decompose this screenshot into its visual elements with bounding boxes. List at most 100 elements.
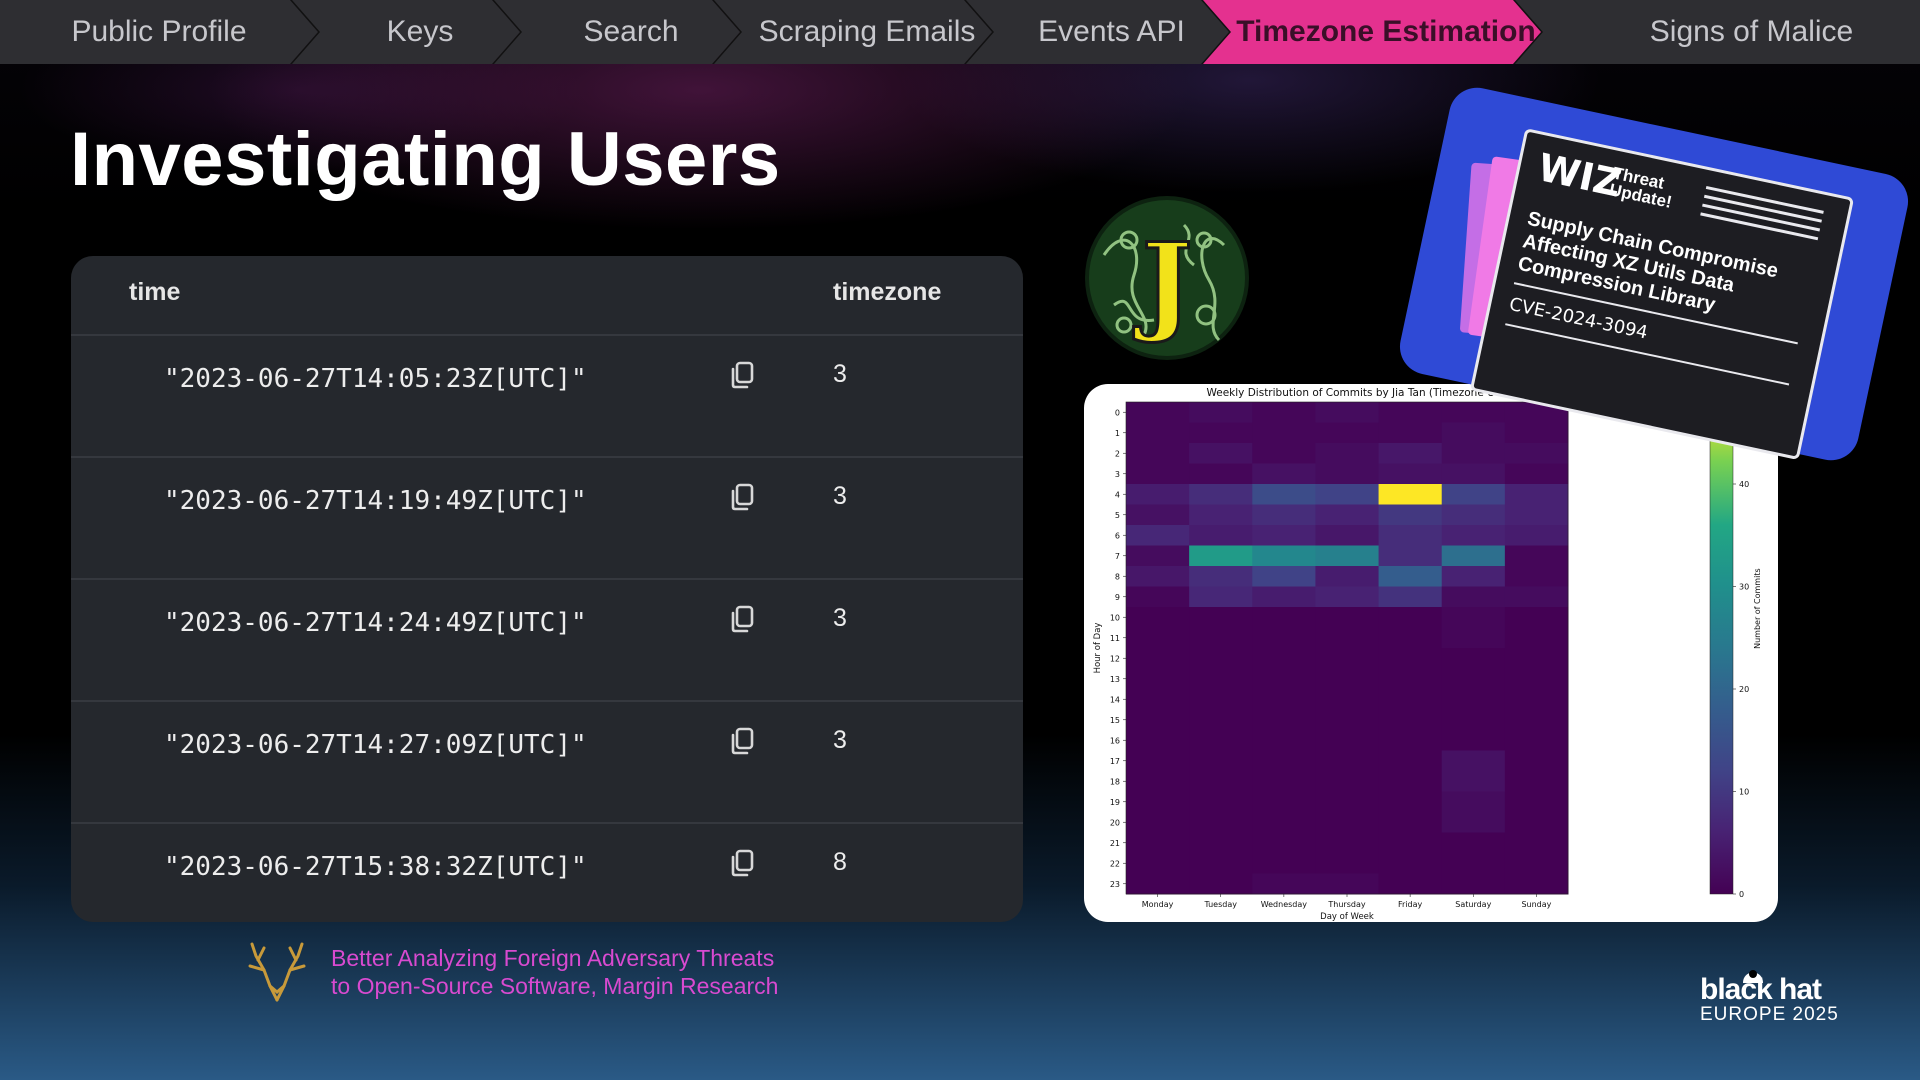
heatmap-cell [1252, 586, 1316, 608]
heatmap-cell [1252, 750, 1316, 772]
heatmap-cell [1252, 771, 1316, 792]
heatmap-cell [1189, 873, 1253, 895]
heatmap-cell [1315, 832, 1380, 854]
heatmap-cell [1378, 627, 1443, 649]
nav-tab-label: Signs of Malice [1649, 15, 1854, 48]
heatmap-cell [1441, 422, 1506, 444]
heatmap-cell [1315, 668, 1380, 690]
heatmap-cell [1126, 873, 1190, 895]
nav-tab-search[interactable]: Search [494, 0, 740, 64]
heatmap-cell [1315, 586, 1380, 608]
heatmap-cell [1315, 422, 1380, 444]
heatmap-cell [1126, 853, 1190, 874]
heatmap-cell [1126, 709, 1190, 731]
heatmap-cell [1189, 627, 1253, 649]
y-tick-label: 8 [1115, 572, 1120, 581]
nav-tab-label: Events API [1038, 15, 1185, 48]
heatmap-cell [1315, 812, 1380, 833]
heatmap-cell [1126, 627, 1190, 649]
y-tick-label: 11 [1110, 634, 1120, 643]
nav-tab-keys[interactable]: Keys [292, 0, 520, 64]
nav-tab-label: Search [583, 15, 679, 48]
y-tick-label: 0 [1115, 408, 1120, 417]
heatmap-cell [1504, 443, 1569, 464]
timezone-cell: 3 [833, 360, 847, 388]
heatmap-cell [1315, 525, 1380, 546]
heatmap-cell [1504, 730, 1569, 751]
y-tick-label: 2 [1115, 449, 1120, 458]
heatmap-cell [1504, 545, 1569, 567]
nav-tab-timezone-estimation[interactable]: Timezone Estimation [1203, 0, 1541, 64]
copy-icon[interactable] [728, 482, 758, 512]
heatmap-cell [1441, 750, 1506, 772]
heatmap-cell [1315, 648, 1380, 669]
y-tick-label: 23 [1110, 880, 1120, 889]
heatmap-cell [1315, 709, 1380, 731]
heatmap-cell [1189, 443, 1253, 464]
heatmap-cell [1252, 422, 1316, 444]
heatmap-cell [1504, 853, 1569, 874]
blackhat-logo: black hat EUROPE 2025 [1700, 970, 1854, 1025]
nav-tab-public-profile[interactable]: Public Profile [0, 0, 318, 64]
heatmap-cell [1126, 504, 1190, 526]
nav-tab-signs-of-malice[interactable]: Signs of Malice [1515, 0, 1920, 64]
heatmap-cell [1315, 853, 1380, 874]
heatmap-cell [1189, 771, 1253, 792]
heatmap-cell [1441, 668, 1506, 690]
heatmap-cell [1315, 402, 1380, 423]
nav-tab-scraping-emails[interactable]: Scraping Emails [714, 0, 992, 64]
timezone-cell: 3 [833, 604, 847, 632]
heatmap-cell [1504, 607, 1569, 628]
time-cell: "2023-06-27T14:27:09Z[UTC]" [164, 730, 587, 760]
heatmap-cell [1189, 689, 1253, 710]
heatmap-cell [1252, 648, 1316, 669]
colorbar [1709, 401, 1734, 895]
page-title: Investigating Users [70, 117, 781, 202]
copy-icon[interactable] [728, 726, 758, 756]
heatmap-cell [1504, 771, 1569, 792]
heatmap-cell [1252, 873, 1316, 895]
colorbar-tick-label: 40 [1739, 480, 1749, 489]
heatmap-cell [1315, 689, 1380, 710]
nav-tab-label: Keys [386, 15, 454, 48]
y-tick-label: 5 [1115, 511, 1120, 520]
heatmap-cell [1126, 832, 1190, 854]
heatmap-cell [1189, 545, 1253, 567]
heatmap-cell [1126, 443, 1190, 464]
y-tick-label: 18 [1110, 777, 1120, 786]
heatmap-cell [1252, 853, 1316, 874]
heatmap-cell [1315, 566, 1380, 587]
heatmap-cell [1441, 402, 1506, 423]
table-row: "2023-06-27T14:19:49Z[UTC]" 3 [71, 456, 1023, 580]
heatmap-cell [1252, 627, 1316, 649]
heatmap-cell [1252, 463, 1316, 485]
copy-icon[interactable] [728, 848, 758, 878]
nav-tab-events-api[interactable]: Events API [966, 0, 1229, 64]
heatmap-cell [1504, 791, 1569, 813]
hat-icon [1743, 970, 1763, 983]
heatmap-cell [1126, 545, 1190, 567]
x-tick-label: Sunday [1521, 900, 1551, 909]
deer-antlers-icon [248, 942, 306, 1002]
heatmap-cell [1189, 566, 1253, 587]
heatmap-cell [1378, 832, 1443, 854]
blackhat-wordmark: black hat [1700, 973, 1822, 1006]
heatmap-cell [1189, 668, 1253, 690]
heatmap-cell [1504, 750, 1569, 772]
heatmap-cell [1252, 689, 1316, 710]
heatmap-cell [1126, 566, 1190, 587]
heatmap-cell [1315, 730, 1380, 751]
heatmap-cell [1126, 689, 1190, 710]
heatmap-cell [1189, 853, 1253, 874]
x-tick-label: Thursday [1327, 900, 1365, 909]
commit-heatmap: Weekly Distribution of Commits by Jia Ta… [1093, 387, 1762, 922]
time-cell: "2023-06-27T14:19:49Z[UTC]" [164, 486, 587, 516]
copy-icon[interactable] [728, 360, 758, 390]
heatmap-cell [1126, 812, 1190, 833]
heatmap-cell [1441, 607, 1506, 628]
heatmap-cell [1315, 873, 1380, 895]
nav-tab-label: Timezone Estimation [1236, 15, 1536, 48]
heatmap-cell [1315, 607, 1380, 628]
copy-icon[interactable] [728, 604, 758, 634]
heatmap-cell [1504, 586, 1569, 608]
